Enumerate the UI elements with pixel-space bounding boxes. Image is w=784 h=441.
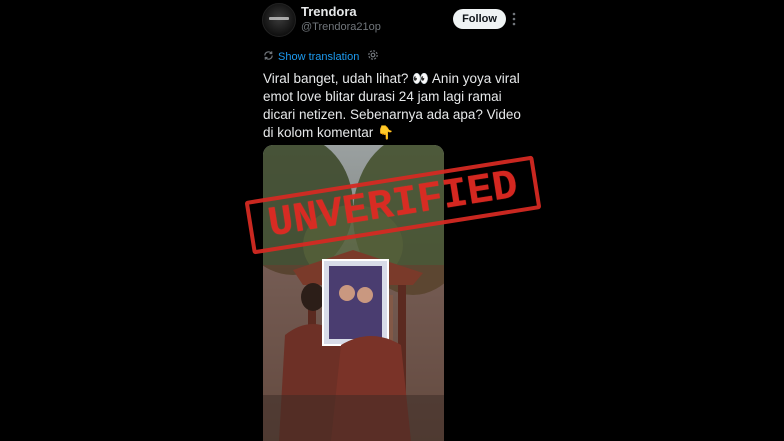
translate-row: Show translation bbox=[263, 50, 379, 64]
user-handle[interactable]: @Trendora21op bbox=[301, 21, 381, 33]
avatar-logo bbox=[269, 17, 289, 20]
right-background bbox=[531, 0, 784, 441]
gear-icon[interactable] bbox=[367, 48, 379, 66]
follow-button[interactable]: Follow bbox=[453, 9, 506, 29]
left-background bbox=[0, 0, 253, 441]
translate-icon bbox=[263, 48, 274, 66]
show-translation-link[interactable]: Show translation bbox=[278, 51, 359, 63]
tweet-text: Viral banget, udah lihat? 👀 Anin yoya vi… bbox=[263, 71, 521, 140]
avatar[interactable] bbox=[262, 3, 296, 37]
display-name[interactable]: Trendora bbox=[301, 4, 357, 19]
more-dots-icon[interactable] bbox=[511, 11, 517, 27]
